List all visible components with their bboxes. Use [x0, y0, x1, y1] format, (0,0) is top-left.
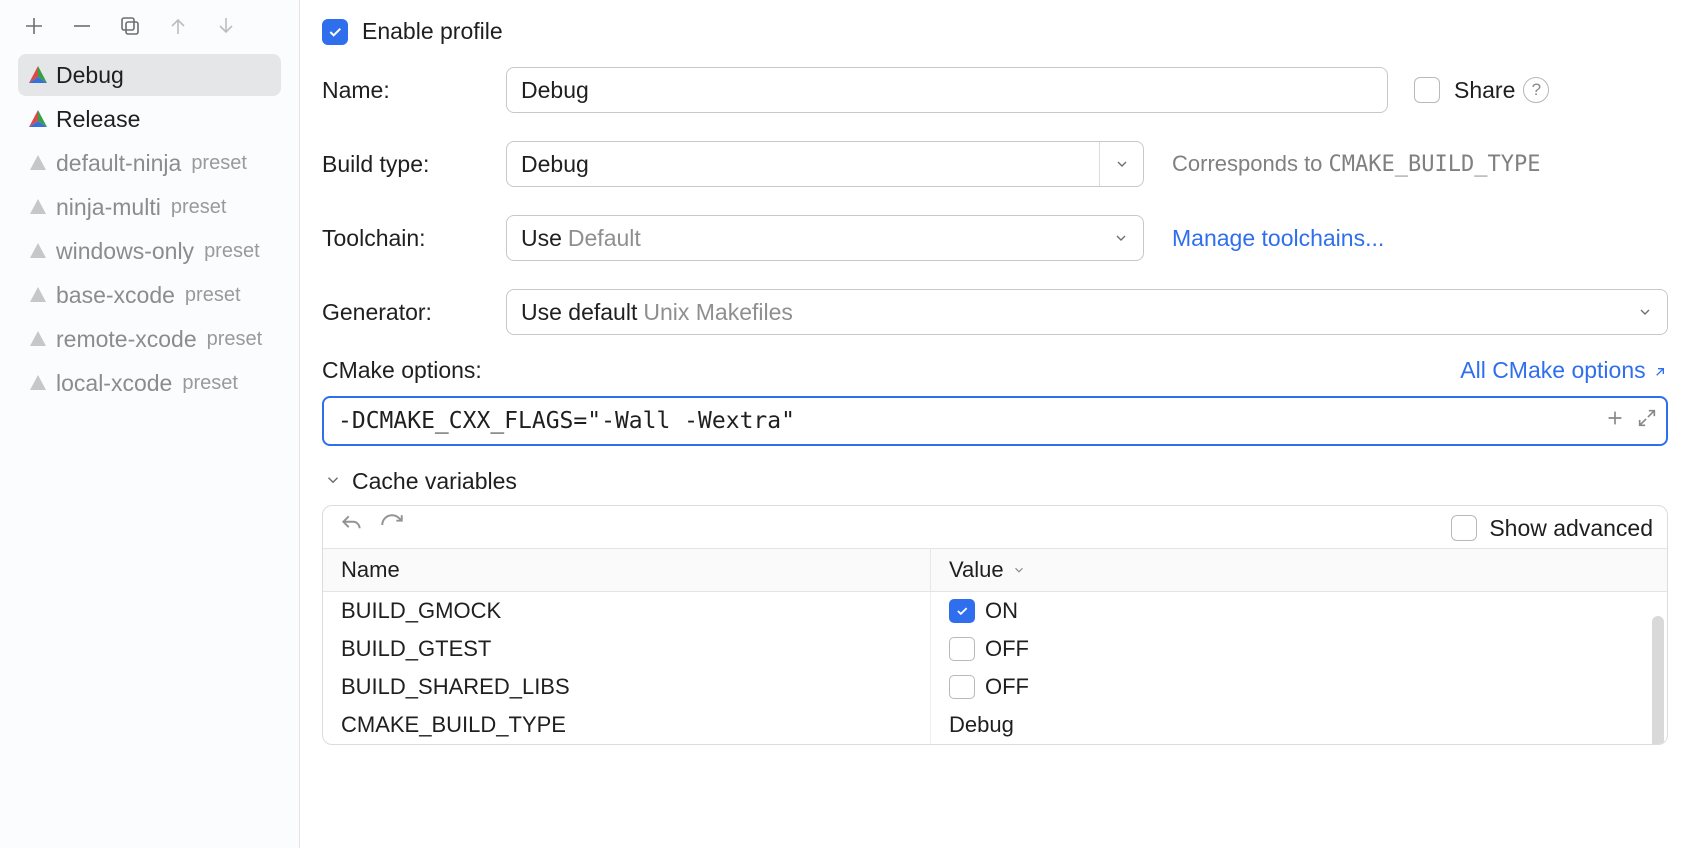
profile-item[interactable]: Release [18, 98, 281, 140]
cmake-profile-icon [28, 241, 48, 261]
cmake-options-label: CMake options: [322, 357, 482, 384]
remove-profile-button[interactable] [66, 10, 98, 42]
profile-name: local-xcode [56, 370, 172, 397]
profile-settings-panel: Enable profile Name: Debug Share ? Build… [300, 0, 1692, 848]
move-up-button[interactable] [162, 10, 194, 42]
name-input[interactable]: Debug [506, 67, 1388, 113]
show-advanced-label: Show advanced [1489, 515, 1653, 542]
cache-value-checkbox[interactable] [949, 637, 975, 661]
cache-value-checkbox[interactable] [949, 675, 975, 699]
table-row[interactable]: BUILD_GMOCK ON [323, 592, 1667, 630]
toolchain-select[interactable]: Use Default [506, 215, 1144, 261]
toolchain-prefix: Use [521, 225, 562, 252]
profiles-sidebar: DebugReleasedefault-ninjapresetninja-mul… [0, 0, 300, 848]
enable-profile-checkbox[interactable] [322, 19, 348, 45]
profile-item[interactable]: ninja-multi preset [18, 186, 281, 228]
toolchain-label: Toolchain: [322, 225, 506, 252]
cmake-profile-icon [28, 153, 48, 173]
manage-toolchains-link[interactable]: Manage toolchains... [1172, 225, 1384, 252]
enable-profile-label: Enable profile [362, 18, 503, 45]
cache-var-name: BUILD_GTEST [323, 630, 931, 668]
profile-name: windows-only [56, 238, 194, 265]
cmake-options-input[interactable]: -DCMAKE_CXX_FLAGS="-Wall -Wextra" [322, 396, 1668, 446]
profile-name: Debug [56, 62, 124, 89]
cache-value-text: OFF [985, 636, 1029, 662]
cmake-profile-icon [28, 197, 48, 217]
share-label: Share [1454, 77, 1515, 104]
cmake-profile-icon [28, 373, 48, 393]
preset-suffix: preset [207, 328, 263, 351]
cache-value-text: Debug [949, 712, 1014, 738]
table-row[interactable]: CMAKE_BUILD_TYPE Debug [323, 706, 1667, 744]
insert-macro-icon[interactable] [1604, 407, 1626, 435]
chevron-down-icon [324, 468, 342, 495]
cache-var-name: BUILD_GMOCK [323, 592, 931, 630]
share-help-icon[interactable]: ? [1523, 77, 1549, 103]
preset-suffix: preset [191, 152, 247, 175]
profile-name: ninja-multi [56, 194, 161, 221]
cache-var-name: CMAKE_BUILD_TYPE [323, 706, 931, 744]
column-name[interactable]: Name [323, 549, 931, 591]
cache-value-text: ON [985, 598, 1018, 624]
chevron-down-icon [1099, 142, 1143, 186]
build-type-value: Debug [521, 151, 589, 178]
show-advanced-checkbox[interactable] [1451, 515, 1477, 541]
preset-suffix: preset [182, 372, 238, 395]
copy-profile-button[interactable] [114, 10, 146, 42]
profile-item[interactable]: windows-only preset [18, 230, 281, 272]
column-value[interactable]: Value [931, 549, 1667, 591]
profile-item[interactable]: remote-xcode preset [18, 318, 281, 360]
build-type-label: Build type: [322, 151, 506, 178]
cache-var-name: BUILD_SHARED_LIBS [323, 668, 931, 706]
scrollbar[interactable] [1652, 616, 1664, 745]
reset-cache-button[interactable] [339, 512, 365, 544]
cache-table-header: Name Value [323, 548, 1667, 592]
generator-select[interactable]: Use default Unix Makefiles [506, 289, 1668, 335]
profile-name: base-xcode [56, 282, 175, 309]
name-label: Name: [322, 77, 506, 104]
cmake-profile-icon [28, 329, 48, 349]
generator-prefix: Use default [521, 299, 637, 326]
cache-table-body: BUILD_GMOCKONBUILD_GTESTOFFBUILD_SHARED_… [323, 592, 1667, 744]
build-type-select[interactable]: Debug [506, 141, 1144, 187]
profiles-toolbar [0, 0, 299, 50]
profile-item[interactable]: Debug [18, 54, 281, 96]
name-value: Debug [521, 77, 589, 104]
table-row[interactable]: BUILD_SHARED_LIBS OFF [323, 668, 1667, 706]
profile-item[interactable]: base-xcode preset [18, 274, 281, 316]
toolchain-value: Default [568, 225, 641, 252]
cmake-profile-icon [28, 109, 48, 129]
chevron-down-icon [1623, 290, 1667, 334]
all-cmake-options-link[interactable]: All CMake options [1460, 357, 1668, 384]
preset-suffix: preset [171, 196, 227, 219]
share-checkbox[interactable] [1414, 77, 1440, 103]
cache-value-text: OFF [985, 674, 1029, 700]
table-row[interactable]: BUILD_GTEST OFF [323, 630, 1667, 668]
profile-name: Release [56, 106, 140, 133]
move-down-button[interactable] [210, 10, 242, 42]
expand-editor-icon[interactable] [1636, 407, 1658, 435]
build-type-hint: Corresponds to CMAKE_BUILD_TYPE [1172, 151, 1540, 177]
cache-variables-box: Show advanced Name Value BUILD_GMOCKONBU… [322, 505, 1668, 745]
add-profile-button[interactable] [18, 10, 50, 42]
preset-suffix: preset [204, 240, 260, 263]
cache-value-checkbox[interactable] [949, 599, 975, 623]
profile-name: default-ninja [56, 150, 181, 177]
reload-cache-button[interactable] [379, 512, 405, 544]
profiles-list: DebugReleasedefault-ninjapresetninja-mul… [0, 50, 299, 404]
cmake-options-value: -DCMAKE_CXX_FLAGS="-Wall -Wextra" [338, 408, 795, 434]
cmake-profile-icon [28, 285, 48, 305]
generator-value: Unix Makefiles [643, 299, 793, 326]
generator-label: Generator: [322, 299, 506, 326]
profile-item[interactable]: default-ninja preset [18, 142, 281, 184]
cache-variables-header[interactable]: Cache variables [324, 468, 1668, 495]
chevron-down-icon [1099, 216, 1143, 260]
cmake-profile-icon [28, 65, 48, 85]
profile-item[interactable]: local-xcode preset [18, 362, 281, 404]
profile-name: remote-xcode [56, 326, 197, 353]
sort-indicator-icon [1012, 557, 1026, 583]
preset-suffix: preset [185, 284, 241, 307]
